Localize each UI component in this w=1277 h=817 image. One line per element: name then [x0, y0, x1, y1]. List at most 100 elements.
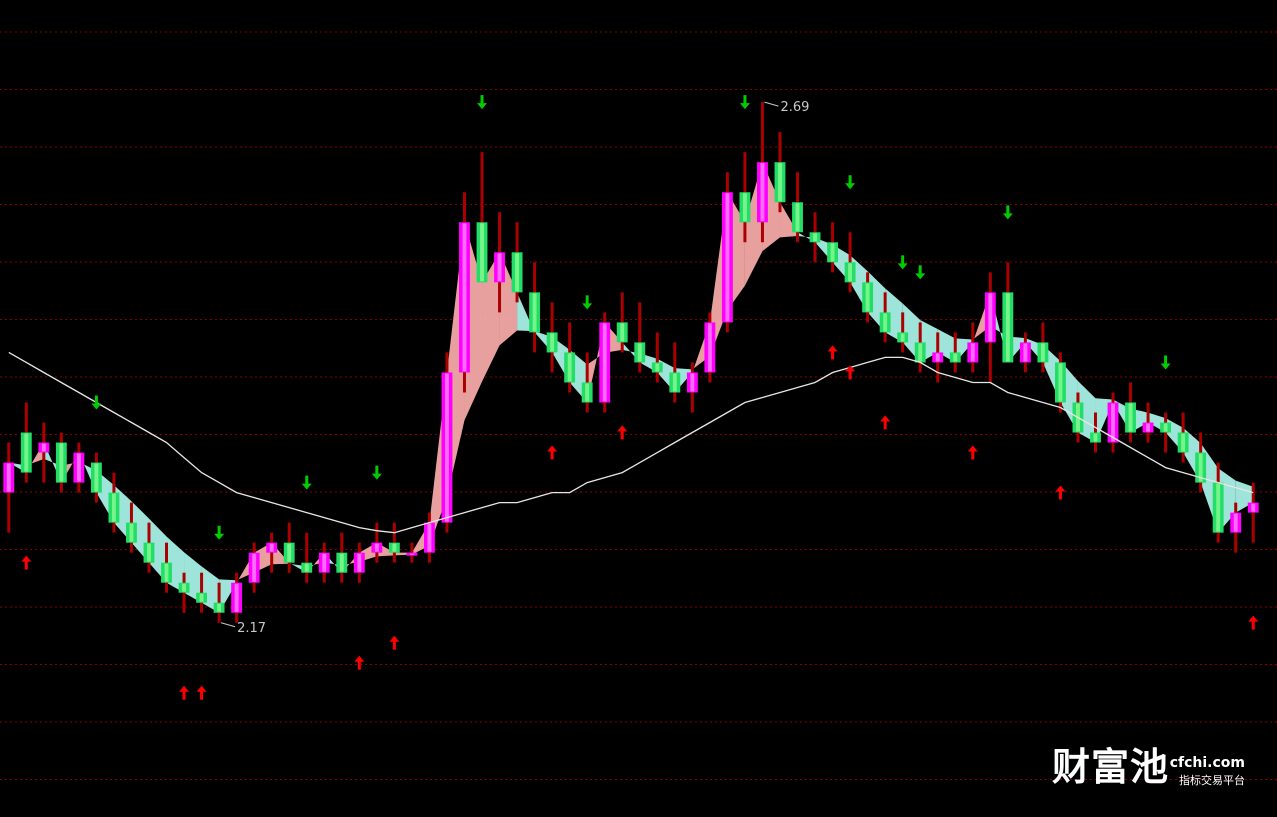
candle-body-highlight	[217, 603, 222, 612]
candle-body-highlight	[1163, 423, 1168, 432]
candle-body-highlight	[1181, 433, 1186, 452]
candle-body-highlight	[199, 593, 204, 602]
candle-body-highlight	[445, 373, 449, 522]
buy-arrow-icon	[617, 425, 628, 440]
candle-body-highlight	[111, 493, 116, 522]
candle-body-highlight	[918, 343, 923, 362]
candle-body-highlight	[707, 323, 712, 372]
candle-body-highlight	[550, 333, 555, 352]
candle-body-highlight	[59, 443, 64, 482]
candle-body-highlight	[374, 543, 379, 552]
candle-body-highlight	[935, 353, 940, 362]
candle-body-highlight	[742, 193, 747, 222]
buy-arrow-icon	[967, 445, 978, 460]
candle-body-highlight	[147, 543, 151, 562]
sell-arrow-icon	[477, 95, 488, 110]
candle-body-highlight	[6, 463, 11, 492]
candle-body-highlight	[795, 203, 800, 232]
candle-body-highlight	[182, 583, 186, 592]
candle-body-highlight	[848, 263, 853, 282]
candle-body-highlight	[760, 163, 765, 222]
high-price-label-pointer	[764, 101, 779, 107]
sell-arrow-icon	[582, 295, 593, 310]
candle-body-highlight	[339, 553, 344, 572]
candle-body-highlight	[427, 523, 432, 552]
candle-body-highlight	[567, 353, 572, 382]
candle-body-highlight	[94, 463, 99, 492]
candle-body-highlight	[41, 443, 46, 452]
sell-arrow-icon	[845, 175, 856, 190]
candle-body-highlight	[865, 283, 870, 312]
candle-body-highlight	[252, 553, 257, 582]
candle-body-highlight	[1058, 363, 1063, 402]
candle-body-highlight	[1146, 423, 1151, 432]
buy-arrow-icon	[21, 555, 32, 570]
candle-body-highlight	[1111, 403, 1115, 442]
sell-arrow-icon	[1160, 355, 1171, 370]
sell-arrow-icon	[301, 475, 312, 490]
watermark-name: 财富池	[1051, 745, 1169, 789]
candle-body-highlight	[532, 293, 537, 332]
candle-body-highlight	[1251, 503, 1256, 512]
candle-body-highlight	[322, 553, 327, 572]
candlestick-chart: 2.69 2.17	[0, 31, 1277, 780]
sell-arrow-icon	[214, 525, 225, 540]
candle-body-highlight	[1128, 403, 1133, 432]
candle-body-highlight	[1216, 483, 1221, 532]
candle-body-highlight	[970, 343, 975, 362]
candle-body-highlight	[1023, 343, 1028, 362]
buy-arrow-icon	[389, 635, 400, 650]
buy-arrow-icon	[827, 345, 838, 360]
candle-body-highlight	[164, 563, 169, 582]
sell-arrow-icon	[915, 265, 926, 280]
candle-body-highlight	[602, 323, 607, 402]
low-price-label-pointer	[220, 622, 236, 628]
sell-arrow-icon	[91, 395, 102, 410]
buy-arrow-icon	[354, 655, 365, 670]
buy-arrow-icon	[880, 415, 891, 430]
candle-body-highlight	[515, 253, 520, 292]
candle-body-highlight	[76, 453, 81, 482]
watermark-url: cfchi.com	[1169, 755, 1245, 771]
candle-body-highlight	[269, 543, 274, 552]
candle-body-highlight	[234, 583, 239, 612]
candle-body-highlight	[1040, 343, 1045, 362]
buy-arrow-icon	[1055, 485, 1066, 500]
candle-body-highlight	[357, 553, 362, 572]
candle-body-highlight	[1005, 293, 1010, 362]
buy-arrow-icon	[547, 445, 558, 460]
candle-body-highlight	[637, 343, 642, 362]
candle-body-highlight	[672, 373, 677, 392]
low-price-label: 2.17	[237, 621, 266, 636]
candle-body-highlight	[409, 553, 414, 555]
candle-body-highlight	[462, 223, 467, 372]
buy-arrow-icon	[196, 685, 207, 700]
candle-body-highlight	[497, 253, 502, 282]
candle-body-highlight	[813, 233, 817, 242]
candle-body-highlight	[24, 433, 29, 472]
candle-body-highlight	[655, 363, 660, 372]
candle-body-highlight	[690, 373, 695, 392]
candle-body-highlight	[620, 323, 625, 342]
sell-arrow-icon	[371, 465, 382, 480]
candle-body-highlight	[953, 353, 958, 362]
buy-arrow-icon	[1248, 615, 1259, 630]
candle-body-highlight	[900, 333, 905, 342]
candle-body-highlight	[883, 313, 888, 332]
candle-body-highlight	[129, 523, 134, 542]
candle-body-highlight	[725, 193, 730, 322]
sell-arrow-icon	[739, 95, 750, 110]
sell-arrow-icon	[1002, 205, 1013, 220]
high-price-label: 2.69	[780, 100, 809, 115]
candle-body-highlight	[287, 543, 292, 562]
candle-body-highlight	[392, 543, 397, 552]
candle-body-highlight	[480, 223, 484, 282]
candle-body-highlight	[585, 383, 590, 402]
candle-body-highlight	[1233, 513, 1238, 532]
candle-body-highlight	[1093, 433, 1098, 442]
candle-body-highlight	[988, 293, 993, 342]
candle-body-highlight	[778, 163, 782, 202]
candle-body-highlight	[830, 243, 835, 262]
watermark-tagline: 指标交易平台	[1179, 774, 1245, 787]
candle-body-highlight	[304, 563, 309, 572]
